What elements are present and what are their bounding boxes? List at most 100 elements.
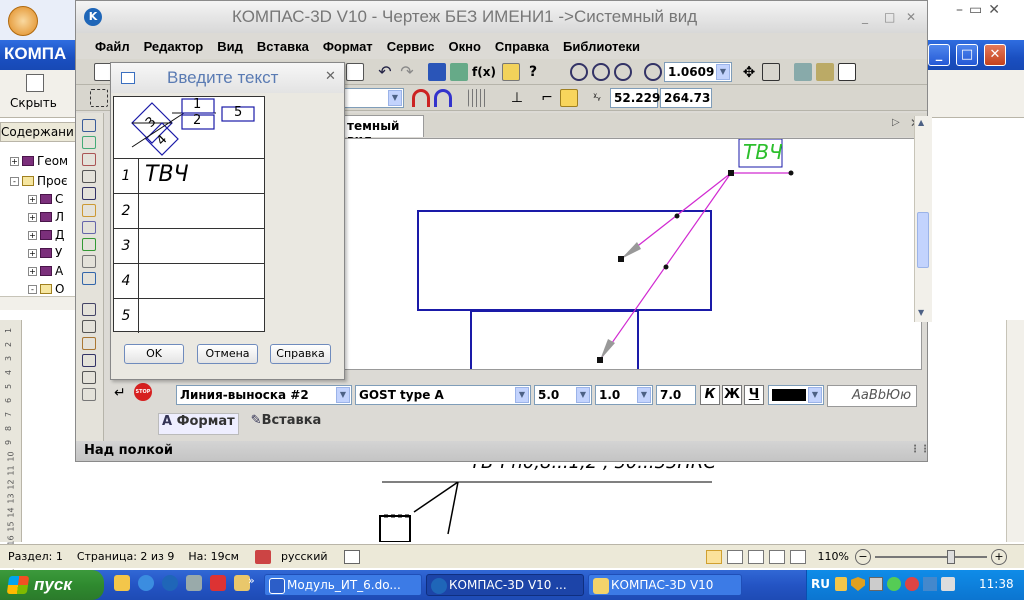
drawing-canvas[interactable]: ТВЧ [344,138,922,370]
tree-item[interactable]: + А [28,262,63,280]
chevron-down-icon[interactable]: ▼ [515,387,529,403]
text-row[interactable]: 2 [114,194,264,229]
word-top-minimize-icon[interactable]: – [956,2,963,26]
expand-icon[interactable]: - [10,176,19,186]
zoom-slider-thumb[interactable] [946,549,955,564]
reading-view-icon[interactable] [726,549,743,564]
step-field[interactable]: 7.0 [656,385,696,405]
status-language[interactable]: русский [281,550,328,563]
word-maximize-button[interactable]: □ [956,44,978,66]
zoom-out-tool-icon[interactable] [614,63,632,81]
expand-icon[interactable]: + [28,212,37,222]
task-kompas-2[interactable]: КОМПАС-3D V10 [588,574,742,596]
properties-icon[interactable] [816,63,834,81]
zoom-scale-icon[interactable] [644,63,662,81]
select-icon[interactable] [502,63,520,81]
variables-icon[interactable]: f(x) [472,63,496,81]
expand-icon[interactable]: + [10,156,19,166]
quicklaunch-app2-icon[interactable] [210,575,226,591]
ortho-icon[interactable]: ⌐ [538,89,556,107]
undo-icon[interactable]: ↶ [376,63,394,81]
table-tool-icon[interactable] [82,354,96,367]
kompas-quick-icon[interactable] [162,575,178,591]
table-icon[interactable] [346,63,364,81]
text-color-select[interactable]: ▼ [768,385,824,405]
menu-help[interactable]: Справка [495,39,549,54]
text-row[interactable]: 1 ТВЧ [114,159,264,194]
zoom-in-tool-icon[interactable] [592,63,610,81]
fit-all-icon[interactable] [762,63,780,81]
antivirus-icon[interactable] [887,577,901,591]
context-help-icon[interactable]: ? [524,63,542,81]
chevron-down-icon[interactable]: ▼ [637,387,651,403]
word-top-restore-icon[interactable]: ▭ [969,2,982,26]
menu-file[interactable]: Файл [95,39,130,54]
stop-icon[interactable]: STOP [134,383,152,401]
zoom-in-icon[interactable]: + [990,548,1007,565]
menu-edit[interactable]: Редактор [144,39,204,54]
refresh-icon[interactable] [794,63,812,81]
italic-button[interactable]: К [700,385,720,405]
tree-item[interactable]: + У [28,244,62,262]
base-tool-icon[interactable] [82,388,96,401]
draft-view-icon[interactable] [789,549,806,564]
zoom-field[interactable]: 1.0609 ▼ [664,62,732,82]
selection-tool-icon[interactable] [82,221,96,234]
clock[interactable]: 11:38 [979,577,1014,591]
outlook-icon[interactable] [114,575,130,591]
kompas-restore-button[interactable]: □ [884,10,895,24]
zoom-out-icon[interactable]: − [854,548,871,565]
scroll-up-icon[interactable]: ▲ [918,118,924,127]
associative-tool-icon[interactable] [82,238,96,251]
document-tab[interactable]: темный вид [344,115,424,147]
chevron-down-icon[interactable]: ▼ [576,387,590,403]
tree-item[interactable]: + Геом [10,152,68,170]
tree-item[interactable]: + Д [28,226,64,244]
snap-magnet-icon[interactable] [434,89,452,107]
cancel-button[interactable]: Отмена [197,344,258,364]
scroll-thumb[interactable] [917,212,929,268]
expand-icon[interactable]: + [28,248,37,258]
enter-arrow-icon[interactable]: ↵ [114,385,126,401]
insert-tool-icon[interactable] [82,303,96,316]
zoom-level[interactable]: 110% [818,550,849,563]
tray-help-icon[interactable] [835,577,847,591]
macro-icon[interactable] [343,549,360,564]
tree-item[interactable]: - Проє [10,172,68,190]
menu-service[interactable]: Сервис [387,39,435,54]
tab-insert[interactable]: ✎Вставка [251,413,322,435]
ok-button[interactable]: OK [124,344,184,364]
zoom-window-icon[interactable] [570,63,588,81]
text-height-select[interactable]: 5.0 ▼ [534,385,592,405]
text-tool-icon[interactable] [82,337,96,350]
editing-tool-icon[interactable] [82,170,96,183]
chevron-down-icon[interactable]: ▼ [336,387,350,403]
expand-icon[interactable]: + [28,194,37,204]
network-icon[interactable] [869,577,883,591]
dialog-close-button[interactable]: ✕ [325,69,336,84]
language-indicator[interactable]: RU [811,577,830,591]
volume-icon[interactable] [941,577,955,591]
menu-format[interactable]: Формат [323,39,373,54]
quicklaunch-app-icon[interactable] [186,575,202,591]
magnet-icon[interactable] [412,89,430,107]
kompas-minimize-button[interactable]: _ [862,10,868,24]
font-select[interactable]: GOST type A ▼ [355,385,531,405]
reports-tool-icon[interactable] [82,272,96,285]
roughness-tool-icon[interactable] [82,371,96,384]
shield-icon[interactable] [851,577,865,591]
cursor-snap-icon[interactable] [90,89,108,107]
leader-line[interactable] [597,139,794,363]
designations-tool-icon[interactable] [82,153,96,166]
layer-field[interactable]: ▼ [344,88,404,108]
resize-grip-icon[interactable]: ⋮⋮ [910,444,930,455]
help-button[interactable]: Справка [270,344,331,364]
zoom-slider[interactable] [874,549,987,564]
outline-view-icon[interactable] [768,549,785,564]
print-layout-view-icon[interactable] [705,549,722,564]
text-row[interactable]: 3 [114,229,264,264]
coord-x-field[interactable]: 52.229 [610,88,660,108]
quicklaunch-expand-icon[interactable]: » [248,574,260,596]
geometry-tool-icon[interactable] [82,119,96,132]
menu-libraries[interactable]: Библиотеки [563,39,640,54]
